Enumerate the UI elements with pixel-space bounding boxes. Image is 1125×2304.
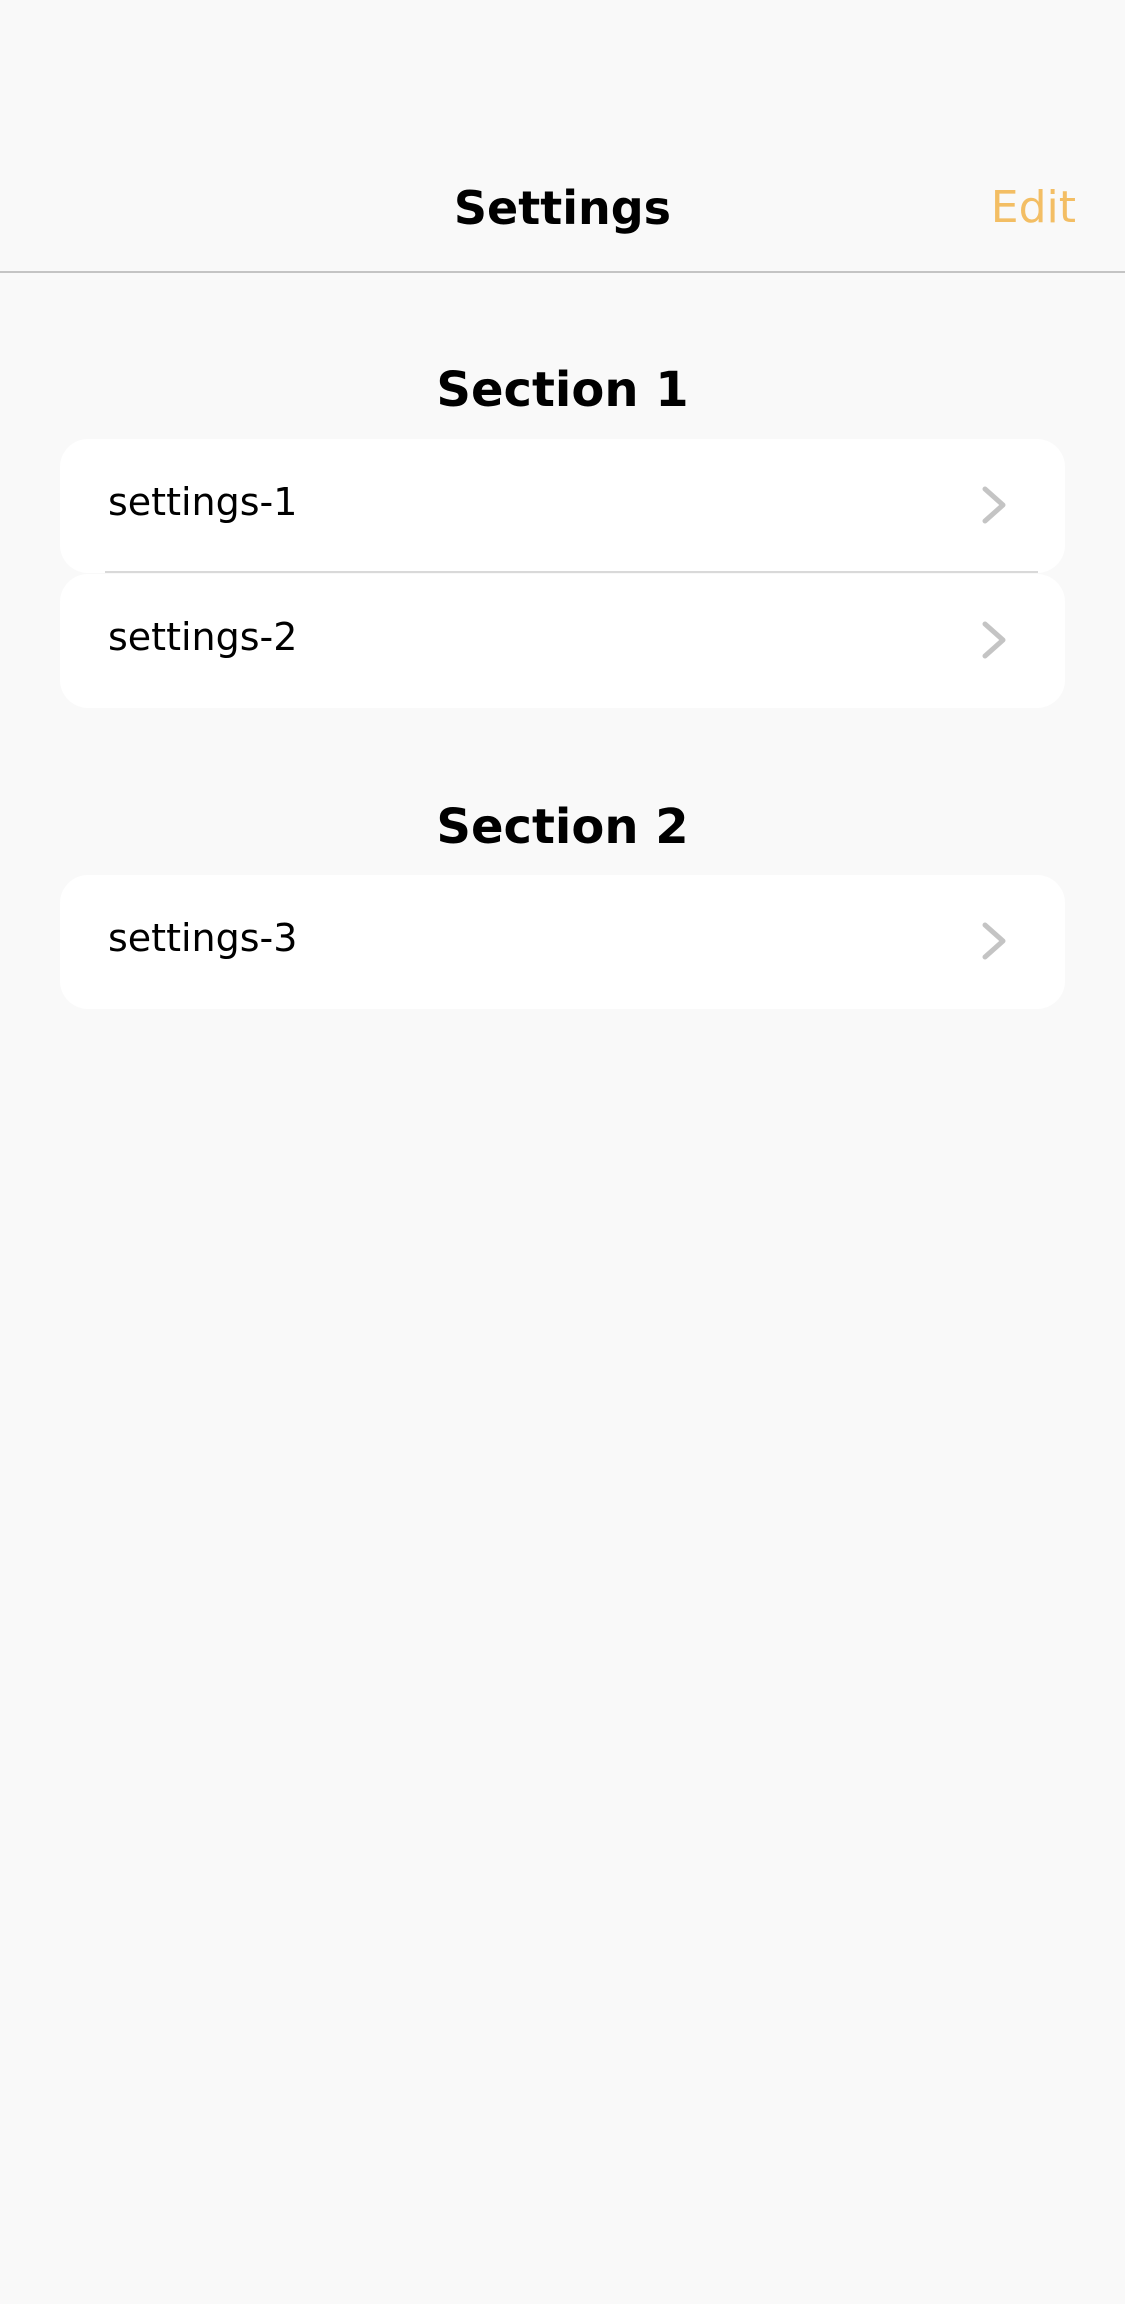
edit-button[interactable]: Edit (991, 178, 1076, 238)
settings-row[interactable]: settings-3 (60, 875, 1065, 1009)
settings-row[interactable]: settings-2 (60, 574, 1065, 708)
settings-row-label: settings-1 (108, 480, 298, 524)
navigation-bar: Settings Edit (0, 0, 1125, 273)
chevron-right-icon (982, 486, 1006, 524)
page-title: Settings (453, 181, 672, 235)
chevron-right-icon (982, 922, 1006, 960)
settings-row-label: settings-3 (108, 916, 298, 960)
settings-row[interactable]: settings-1 (60, 439, 1065, 573)
section-title: Section 1 (436, 362, 689, 418)
row-separator (105, 571, 1038, 573)
section-title: Section 2 (436, 799, 689, 855)
settings-row-label: settings-2 (108, 615, 298, 659)
chevron-right-icon (982, 621, 1006, 659)
